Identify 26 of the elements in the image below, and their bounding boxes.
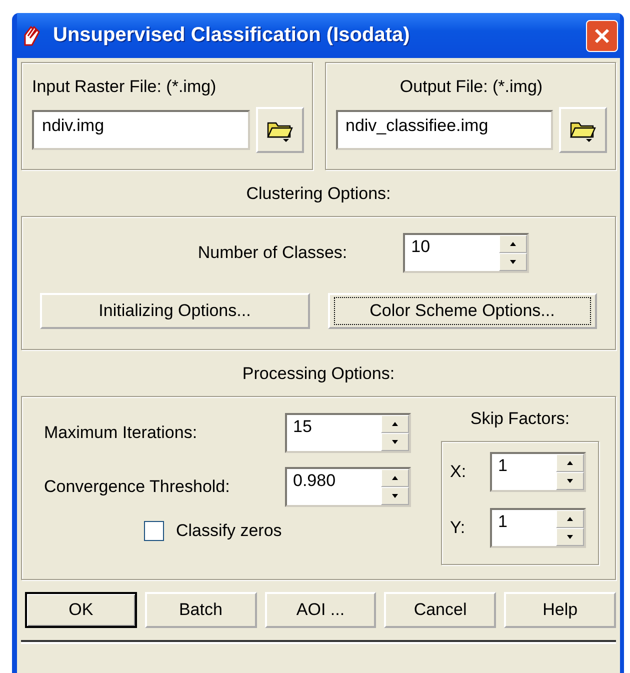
dialog-button[interactable]: Cancel <box>384 592 496 628</box>
dialog-button[interactable]: Help <box>504 592 616 628</box>
options-button[interactable]: Initializing Options... <box>40 293 310 329</box>
input-file-field[interactable]: ndiv.img <box>32 110 250 150</box>
max-iterations-label: Maximum Iterations: <box>44 423 198 443</box>
options-button[interactable]: Color Scheme Options... <box>328 293 597 329</box>
dialog-button[interactable]: AOI ... <box>264 592 376 628</box>
checkbox-label: Classify zeros <box>176 521 282 541</box>
number-field[interactable]: 10 <box>403 233 530 273</box>
output-file-label: Output File: (*.img) <box>400 77 543 97</box>
section-heading: Clustering Options: <box>246 184 391 204</box>
dialog-button[interactable]: Batch <box>144 592 257 628</box>
threshold-label: Convergence Threshold: <box>44 477 230 497</box>
number-field[interactable]: 1 <box>490 508 586 548</box>
input-file-label: Input Raster File: (*.img) <box>32 77 218 97</box>
number-field[interactable]: 0.980 <box>285 467 411 507</box>
number-field[interactable]: 15 <box>285 413 411 453</box>
classes-label: Number of Classes: <box>198 243 348 263</box>
x-label: X: <box>450 462 466 482</box>
skip-factors-label: Skip Factors: <box>470 409 570 429</box>
window-title: Unsupervised Classification (Isodata) <box>53 24 411 47</box>
y-label: Y: <box>450 518 466 538</box>
dialog-button[interactable]: OK <box>25 592 137 628</box>
section-heading: Processing Options: <box>242 364 395 384</box>
number-field[interactable]: 1 <box>490 452 586 492</box>
output-file-field[interactable]: ndiv_classifiee.img <box>336 110 553 150</box>
